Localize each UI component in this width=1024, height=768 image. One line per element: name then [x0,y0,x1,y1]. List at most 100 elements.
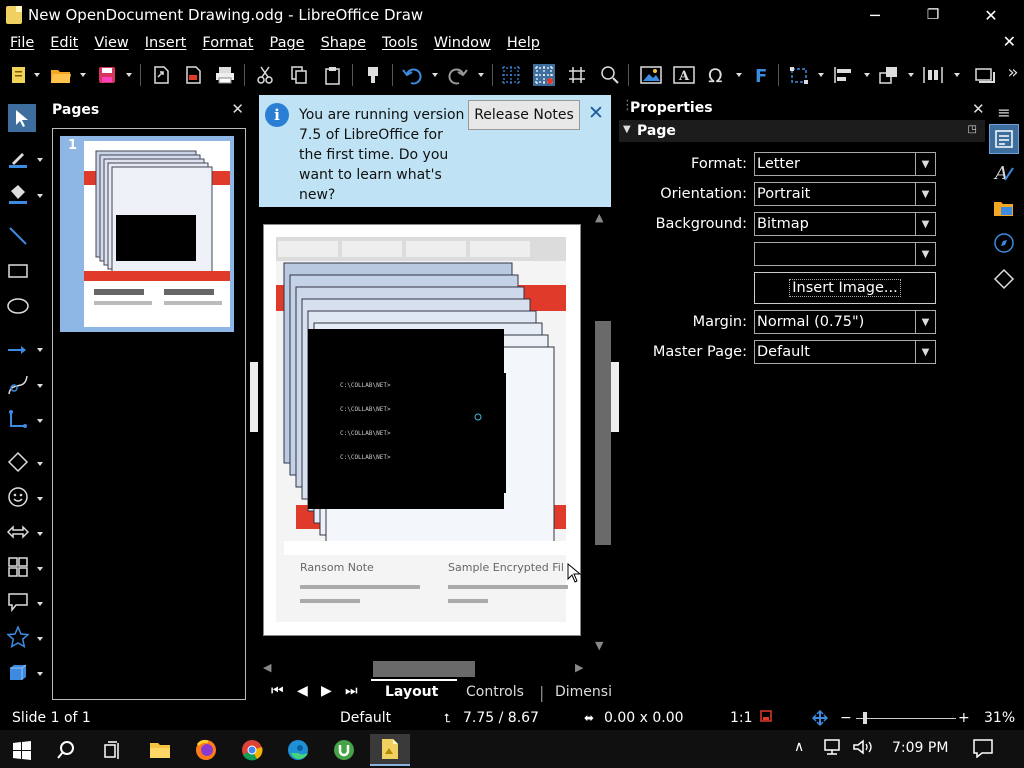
last-page-icon[interactable]: ⏭ [345,683,358,699]
menu-page[interactable]: Page [261,35,312,51]
close-window-button[interactable]: ✕ [968,0,1014,30]
firefox-icon[interactable] [186,734,226,766]
navigator-deck-icon[interactable] [989,228,1019,258]
helplines-icon[interactable] [566,64,588,86]
close-infobar-button[interactable]: ✕ [588,102,604,124]
paste-icon[interactable] [322,64,344,86]
display-grid-icon[interactable] [500,64,522,86]
close-sidebar-button[interactable]: ✕ [972,100,985,118]
zoom-out-button[interactable]: − [840,710,852,726]
fill-color-icon[interactable] [6,182,30,206]
gallery-deck-icon[interactable] [989,193,1019,223]
task-view-icon[interactable] [92,734,132,766]
line-color-icon[interactable] [6,146,30,170]
page-thumbnail[interactable] [60,136,234,332]
save-icon[interactable] [96,64,118,86]
insert-image-icon[interactable] [640,64,662,86]
export-icon[interactable] [150,64,172,86]
stars-icon[interactable] [6,625,30,649]
menu-view[interactable]: View [86,35,136,51]
first-page-icon[interactable]: ⏮ [271,683,284,699]
print-icon[interactable] [214,64,236,86]
zoom-percentage[interactable]: 31% [984,710,1015,726]
menu-help[interactable]: Help [499,35,548,51]
menu-file[interactable]: File [0,35,42,51]
align-objects-icon[interactable] [832,64,854,86]
export-pdf-icon[interactable] [182,64,204,86]
cut-icon[interactable] [254,64,276,86]
zoom-in-button[interactable]: + [958,710,970,726]
tab-layout[interactable]: Layout [385,684,438,700]
menu-shape[interactable]: Shape [313,35,374,51]
flowchart-icon[interactable] [6,555,30,579]
volume-icon[interactable] [852,738,874,760]
menu-format[interactable]: Format [194,35,261,51]
utorrent-icon[interactable] [324,734,364,766]
master-page-status[interactable]: Default [340,710,391,726]
page-section-header[interactable]: ▼ Page ◳ [619,120,985,142]
shadow-icon[interactable] [974,64,996,86]
tab-dimension-lines[interactable]: Dimensi [555,684,612,700]
distribute-icon[interactable] [922,64,944,86]
tab-controls[interactable]: Controls [466,684,524,700]
arrow-line-tool-icon[interactable] [6,338,30,362]
fit-page-icon[interactable] [811,709,829,730]
start-button[interactable] [2,734,42,766]
taskbar-clock[interactable]: 7:09 PM [892,740,948,756]
zoom-icon[interactable] [599,64,621,86]
undo-icon[interactable] [402,64,424,86]
copy-icon[interactable] [288,64,310,86]
curve-tool-icon[interactable] [6,373,30,397]
minimize-button[interactable]: ─ [852,0,898,30]
file-explorer-icon[interactable] [140,734,180,766]
pasted-screenshot-image[interactable]: C:\COLLAB\NET> C:\COLLAB\NET> C:\COLLAB\… [264,225,582,637]
zoom-slider-knob[interactable] [862,712,867,724]
clone-formatting-icon[interactable] [362,64,384,86]
transformations-icon[interactable] [788,64,810,86]
shapes-deck-icon[interactable] [989,264,1019,294]
fontwork-icon[interactable]: F [750,64,772,86]
block-arrows-icon[interactable] [6,520,30,544]
arrange-icon[interactable] [878,64,900,86]
menu-edit[interactable]: Edit [42,35,86,51]
restore-button[interactable]: ❐ [910,0,956,30]
select-pointer-icon[interactable] [8,104,36,132]
menu-insert[interactable]: Insert [137,35,195,51]
vertical-scroll-thumb[interactable] [595,321,611,545]
orientation-dropdown[interactable]: Portrait ▼ [754,182,936,206]
zoom-slider[interactable] [856,718,956,719]
show-hidden-icons-icon[interactable]: ∧ [794,739,804,755]
search-icon[interactable] [46,734,86,766]
right-splitter[interactable] [611,94,619,706]
release-notes-button[interactable]: Release Notes [468,100,580,130]
horizontal-scroll-thumb[interactable] [373,661,475,677]
menu-tools[interactable]: Tools [374,35,426,51]
open-folder-icon[interactable] [50,64,72,86]
basic-shapes-icon[interactable] [6,450,30,474]
left-splitter[interactable] [250,94,258,706]
line-tool-icon[interactable] [6,224,30,248]
insert-textbox-icon[interactable]: A [673,64,695,86]
rectangle-tool-icon[interactable] [6,259,30,283]
connector-tool-icon[interactable] [6,408,30,432]
properties-deck-icon[interactable] [989,124,1019,154]
redo-icon[interactable] [446,64,468,86]
snap-to-grid-icon[interactable] [533,64,555,86]
vertical-scrollbar[interactable]: ▲ ▼ [593,207,611,657]
horizontal-scrollbar[interactable]: ◀ ▶ [259,659,593,677]
more-options-icon[interactable]: ◳ [968,124,977,135]
format-dropdown[interactable]: Letter ▼ [754,152,936,176]
ellipse-tool-icon[interactable] [6,294,30,318]
3d-objects-icon[interactable] [6,661,30,685]
new-document-icon[interactable] [8,64,30,86]
callout-icon[interactable] [6,590,30,614]
margin-dropdown[interactable]: Normal (0.75") ▼ [754,310,936,334]
previous-page-icon[interactable]: ◀ [297,683,308,699]
close-document-button[interactable]: ✕ [1003,32,1016,51]
toolbar-overflow-button[interactable]: » [1002,61,1024,83]
drawing-canvas[interactable]: C:\COLLAB\NET> C:\COLLAB\NET> C:\COLLAB\… [259,207,611,677]
menu-window[interactable]: Window [426,35,499,51]
styles-deck-icon[interactable]: A [989,158,1019,188]
edge-icon[interactable] [278,734,318,766]
chrome-icon[interactable] [232,734,272,766]
